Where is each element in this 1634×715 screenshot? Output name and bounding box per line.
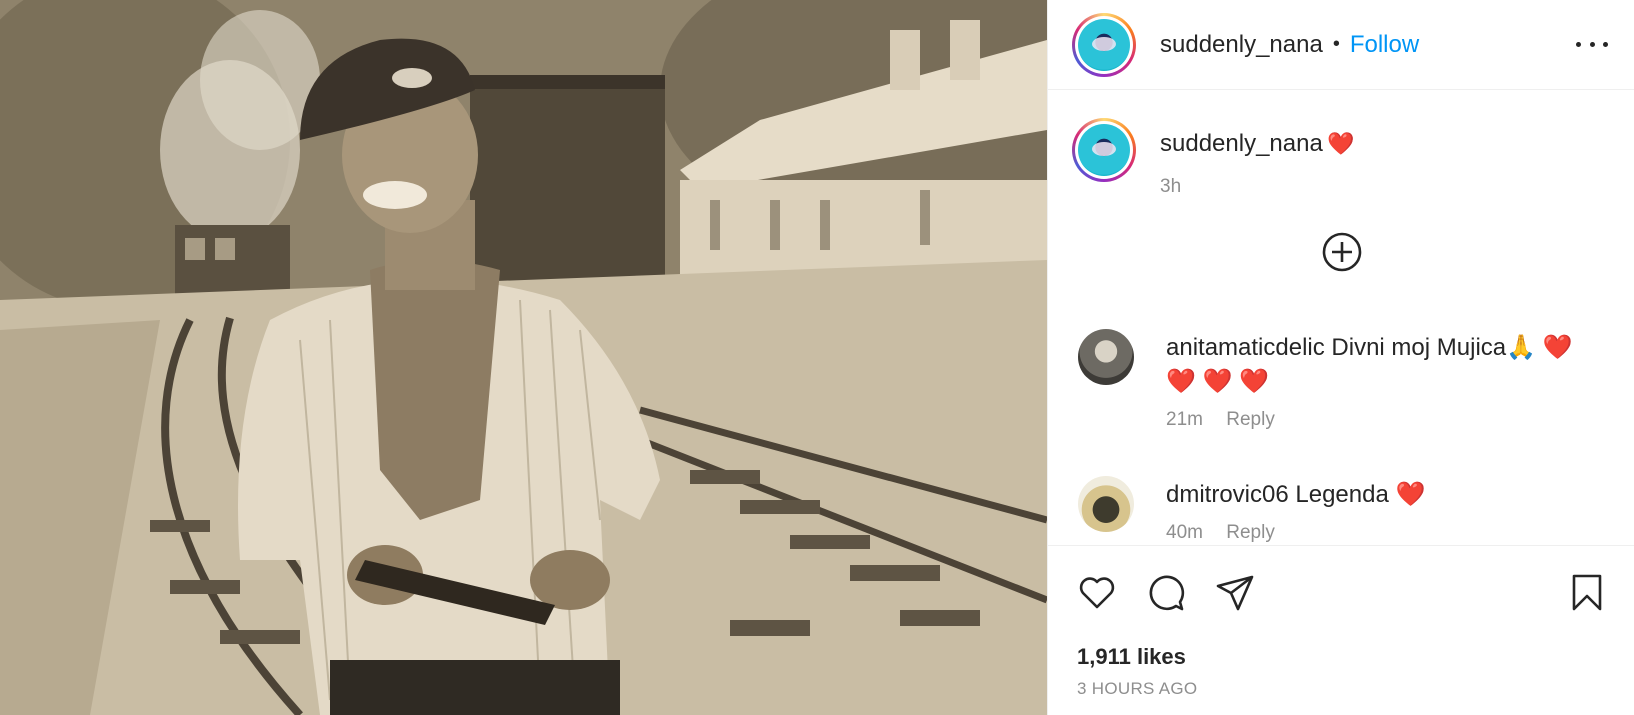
post-timestamp[interactable]: 3 HOURS AGO	[1077, 679, 1197, 699]
avatar-image	[1078, 124, 1130, 176]
bookmark-icon[interactable]	[1566, 572, 1608, 614]
comment-line: anitamaticdelic Divni moj Mujica🙏 ❤️	[1166, 331, 1586, 365]
avatar-image	[1078, 18, 1130, 71]
comment-text-continued: ❤️ ❤️ ❤️	[1166, 368, 1269, 395]
comment-time[interactable]: 40m	[1166, 522, 1203, 543]
caption-time[interactable]: 3h	[1160, 176, 1355, 198]
commenter-username[interactable]: anitamaticdelic	[1166, 334, 1325, 361]
post-header: suddenly_nana • Follow	[1048, 0, 1634, 90]
separator-dot: •	[1332, 33, 1340, 55]
more-options-icon[interactable]	[1576, 32, 1608, 56]
comment-body: anitamaticdelic Divni moj Mujica🙏 ❤️ ❤️ …	[1166, 329, 1586, 431]
post-photo	[0, 0, 1047, 715]
comment-meta: 21m Reply	[1166, 409, 1586, 431]
commenter-avatar[interactable]	[1078, 476, 1134, 532]
post-actions: 1,911 likes 3 HOURS AGO	[1048, 545, 1634, 715]
comment-icon[interactable]	[1145, 572, 1187, 614]
comment-item: anitamaticdelic Divni moj Mujica🙏 ❤️ ❤️ …	[1078, 329, 1586, 431]
comments-section[interactable]: suddenly_nana ❤️ 3h anitamaticdelic Divn…	[1048, 91, 1634, 545]
send-icon[interactable]	[1214, 572, 1256, 614]
author-avatar[interactable]	[1072, 12, 1136, 77]
avatar-inner	[1075, 15, 1133, 74]
comment-item: dmitrovic06 Legenda ❤️ 40m Reply	[1078, 476, 1586, 544]
add-circle-icon[interactable]	[1321, 231, 1363, 273]
heart-icon[interactable]	[1076, 572, 1118, 614]
commenter-username[interactable]: dmitrovic06	[1166, 481, 1289, 508]
comment-time[interactable]: 21m	[1166, 409, 1203, 430]
reply-button[interactable]: Reply	[1226, 522, 1275, 543]
caption-heart-emoji: ❤️	[1327, 131, 1355, 156]
likes-count[interactable]: 1,911 likes	[1077, 644, 1186, 670]
commenter-avatar[interactable]	[1078, 329, 1134, 385]
caption-username[interactable]: suddenly_nana	[1160, 130, 1323, 157]
post-side-panel: suddenly_nana • Follow suddenly_nana ❤️ …	[1047, 0, 1634, 715]
comment-body: dmitrovic06 Legenda ❤️ 40m Reply	[1166, 476, 1586, 544]
avatar-inner	[1075, 121, 1133, 179]
post-caption: suddenly_nana ❤️ 3h	[1072, 118, 1355, 198]
comment-text: Divni moj Mujica🙏 ❤️	[1331, 334, 1573, 361]
comment-line: dmitrovic06 Legenda ❤️	[1166, 478, 1586, 512]
comment-meta: 40m Reply	[1166, 522, 1586, 544]
comment-text: Legenda ❤️	[1295, 481, 1426, 508]
follow-button[interactable]: Follow	[1350, 31, 1419, 59]
sepia-railway-photo	[0, 0, 1047, 715]
author-username[interactable]: suddenly_nana	[1160, 31, 1323, 59]
caption-author-avatar[interactable]	[1072, 118, 1136, 182]
caption-text: suddenly_nana ❤️ 3h	[1160, 118, 1355, 198]
reply-button[interactable]: Reply	[1226, 409, 1275, 430]
